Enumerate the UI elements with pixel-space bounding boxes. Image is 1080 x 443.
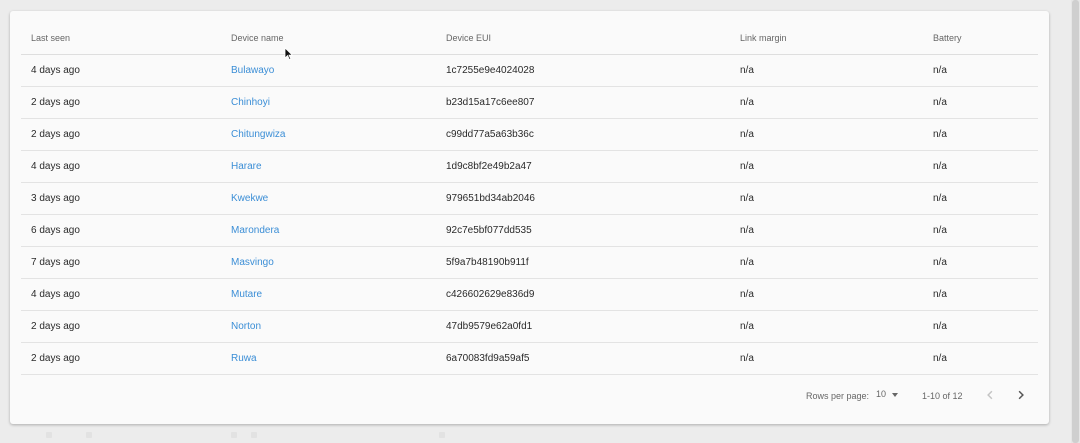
column-header-link-margin[interactable]: Link margin: [730, 21, 923, 55]
link-margin-cell: n/a: [730, 214, 923, 247]
table-row: 2 days ago Ruwa 6a70083fd9a59af5 n/a n/a: [21, 342, 1038, 375]
last-seen-cell: 4 days ago: [21, 278, 221, 311]
column-header-device-name[interactable]: Device name: [221, 21, 436, 55]
device-eui-cell: b23d15a17c6ee807: [436, 86, 730, 119]
table-body: 4 days ago Bulawayo 1c7255e9e4024028 n/a…: [21, 54, 1038, 375]
scrollbar-thumb[interactable]: [1072, 0, 1079, 443]
device-eui-cell: c426602629e836d9: [436, 278, 730, 311]
device-name-cell: Marondera: [221, 214, 436, 247]
last-seen-cell: 7 days ago: [21, 246, 221, 279]
battery-cell: n/a: [923, 246, 1038, 279]
device-name-cell: Ruwa: [221, 342, 436, 375]
vertical-scrollbar[interactable]: [1071, 0, 1080, 443]
last-seen-cell: 2 days ago: [21, 342, 221, 375]
device-eui-cell: 47db9579e62a0fd1: [436, 310, 730, 343]
devices-table: Last seen Device name Device EUI Link ma…: [21, 21, 1038, 375]
device-name-cell: Chitungwiza: [221, 118, 436, 151]
device-link[interactable]: Mutare: [221, 289, 262, 300]
table-header-row: Last seen Device name Device EUI Link ma…: [21, 21, 1038, 55]
table-row: 7 days ago Masvingo 5f9a7b48190b911f n/a…: [21, 246, 1038, 279]
device-link[interactable]: Harare: [221, 161, 262, 172]
link-margin-cell: n/a: [730, 118, 923, 151]
device-link[interactable]: Chitungwiza: [221, 129, 285, 140]
column-header-battery[interactable]: Battery: [923, 21, 1038, 55]
device-eui-cell: 979651bd34ab2046: [436, 182, 730, 215]
rows-per-page-value: 10: [876, 389, 887, 399]
table-row: 6 days ago Marondera 92c7e5bf077dd535 n/…: [21, 214, 1038, 247]
device-name-cell: Kwekwe: [221, 182, 436, 215]
battery-cell: n/a: [923, 342, 1038, 375]
table-row: 4 days ago Harare 1d9c8bf2e49b2a47 n/a n…: [21, 150, 1038, 183]
pagination-range: 1-10 of 12: [922, 391, 963, 401]
device-name-cell: Harare: [221, 150, 436, 183]
device-link[interactable]: Chinhoyi: [221, 97, 270, 108]
chevron-right-icon: [1018, 390, 1024, 400]
link-margin-cell: n/a: [730, 54, 923, 87]
device-name-cell: Norton: [221, 310, 436, 343]
caret-down-icon: [892, 392, 899, 397]
device-link[interactable]: Masvingo: [221, 257, 274, 268]
next-page-button[interactable]: [1012, 386, 1030, 404]
column-header-last-seen[interactable]: Last seen: [21, 21, 221, 55]
last-seen-cell: 6 days ago: [21, 214, 221, 247]
link-margin-cell: n/a: [730, 182, 923, 215]
table-row: 4 days ago Bulawayo 1c7255e9e4024028 n/a…: [21, 54, 1038, 87]
battery-cell: n/a: [923, 86, 1038, 119]
battery-cell: n/a: [923, 182, 1038, 215]
link-margin-cell: n/a: [730, 278, 923, 311]
battery-cell: n/a: [923, 214, 1038, 247]
device-eui-cell: c99dd77a5a63b36c: [436, 118, 730, 151]
chevron-left-icon: [987, 390, 993, 400]
rows-per-page-select[interactable]: 10: [876, 389, 899, 399]
rows-per-page-label: Rows per page:: [806, 391, 870, 401]
battery-cell: n/a: [923, 310, 1038, 343]
last-seen-cell: 2 days ago: [21, 118, 221, 151]
device-name-cell: Bulawayo: [221, 54, 436, 87]
device-link[interactable]: Ruwa: [221, 353, 257, 364]
device-link[interactable]: Marondera: [221, 225, 279, 236]
link-margin-cell: n/a: [730, 150, 923, 183]
last-seen-cell: 4 days ago: [21, 150, 221, 183]
link-margin-cell: n/a: [730, 246, 923, 279]
mouse-pointer-icon: [284, 47, 294, 61]
battery-cell: n/a: [923, 150, 1038, 183]
table-header: Last seen Device name Device EUI Link ma…: [21, 21, 1038, 55]
device-eui-cell: 1c7255e9e4024028: [436, 54, 730, 87]
column-header-device-eui[interactable]: Device EUI: [436, 21, 730, 55]
last-seen-cell: 3 days ago: [21, 182, 221, 215]
device-name-cell: Masvingo: [221, 246, 436, 279]
device-eui-cell: 1d9c8bf2e49b2a47: [436, 150, 730, 183]
previous-page-button[interactable]: [981, 386, 999, 404]
device-eui-cell: 5f9a7b48190b911f: [436, 246, 730, 279]
battery-cell: n/a: [923, 278, 1038, 311]
table-pagination: Rows per page: 10 1-10 of 12: [10, 381, 1049, 411]
device-link[interactable]: Norton: [221, 321, 261, 332]
device-eui-cell: 92c7e5bf077dd535: [436, 214, 730, 247]
battery-cell: n/a: [923, 118, 1038, 151]
table-row: 2 days ago Chitungwiza c99dd77a5a63b36c …: [21, 118, 1038, 151]
link-margin-cell: n/a: [730, 342, 923, 375]
table-row: 2 days ago Norton 47db9579e62a0fd1 n/a n…: [21, 310, 1038, 343]
devices-card: Last seen Device name Device EUI Link ma…: [10, 11, 1049, 424]
link-margin-cell: n/a: [730, 310, 923, 343]
device-name-cell: Chinhoyi: [221, 86, 436, 119]
table-row: 3 days ago Kwekwe 979651bd34ab2046 n/a n…: [21, 182, 1038, 215]
last-seen-cell: 2 days ago: [21, 310, 221, 343]
table-row: 2 days ago Chinhoyi b23d15a17c6ee807 n/a…: [21, 86, 1038, 119]
device-link[interactable]: Kwekwe: [221, 193, 268, 204]
device-eui-cell: 6a70083fd9a59af5: [436, 342, 730, 375]
battery-cell: n/a: [923, 54, 1038, 87]
device-name-cell: Mutare: [221, 278, 436, 311]
link-margin-cell: n/a: [730, 86, 923, 119]
last-seen-cell: 4 days ago: [21, 54, 221, 87]
table-row: 4 days ago Mutare c426602629e836d9 n/a n…: [21, 278, 1038, 311]
device-link[interactable]: Bulawayo: [221, 65, 274, 76]
background-content: [0, 430, 1070, 443]
last-seen-cell: 2 days ago: [21, 86, 221, 119]
